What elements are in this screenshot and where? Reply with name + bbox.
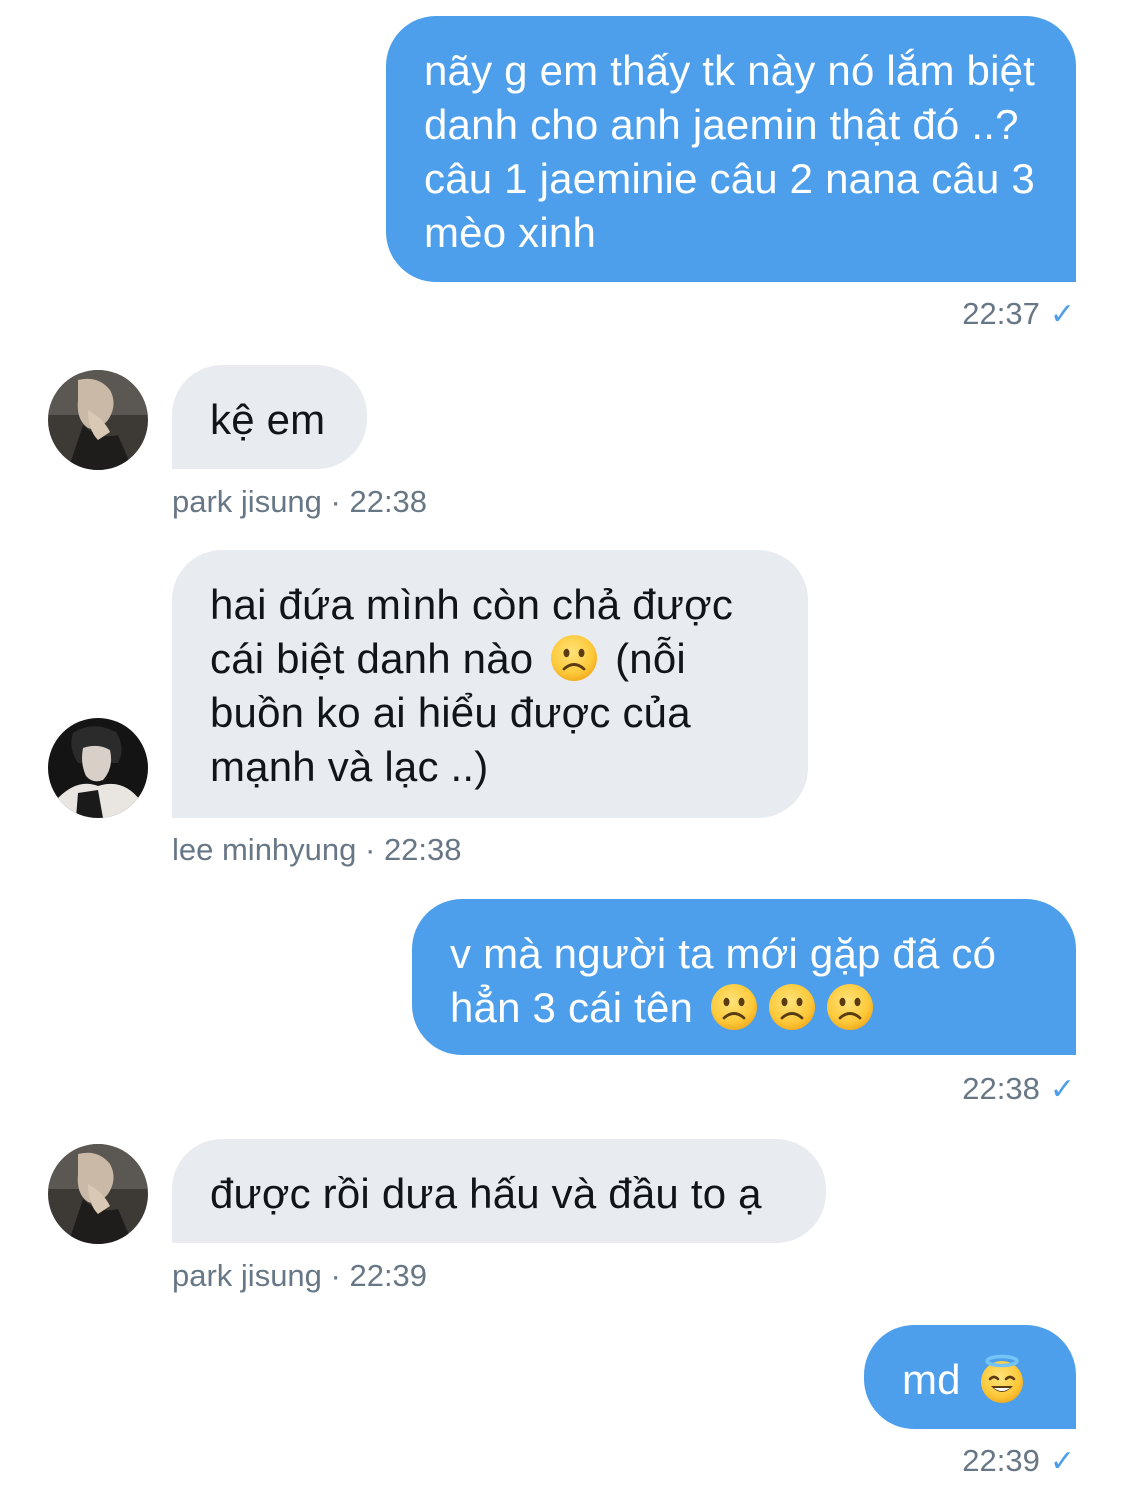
check-icon: ✓ [1049, 298, 1075, 331]
message-text: kệ em [210, 396, 326, 443]
message-text: được rồi dưa hấu và đầu to ạ [210, 1170, 762, 1217]
frowning-face-emoji [549, 633, 599, 683]
check-icon: ✓ [1049, 1445, 1075, 1478]
message-text: nãy g em thấy tk này nó lắm biệt danh ch… [424, 47, 1047, 256]
message-time: 22:37 [962, 296, 1040, 331]
message-bubble-outgoing[interactable]: v mà người ta mới gặp đã có hẳn 3 cái tê… [412, 899, 1076, 1055]
smiling-face-with-halo-emoji [977, 1354, 1027, 1404]
message-meta: 22:39 ✓ [962, 1443, 1075, 1479]
message-meta: park jisung · 22:39 [172, 1258, 428, 1293]
message-bubble-outgoing[interactable]: md [864, 1325, 1076, 1429]
frowning-face-emoji [825, 982, 875, 1032]
check-icon: ✓ [1049, 1073, 1075, 1106]
message-meta: 22:37 ✓ [962, 296, 1075, 332]
message-text: md [902, 1356, 973, 1403]
message-meta: park jisung · 22:38 [172, 484, 428, 519]
message-bubble-outgoing[interactable]: nãy g em thấy tk này nó lắm biệt danh ch… [386, 16, 1076, 282]
message-time: 22:38 [962, 1071, 1040, 1106]
avatar-park-jisung[interactable] [48, 370, 148, 470]
message-bubble-incoming[interactable]: kệ em [172, 365, 367, 469]
frowning-face-emoji [767, 982, 817, 1032]
message-meta: lee minhyung · 22:38 [172, 832, 462, 867]
frowning-face-emoji [709, 982, 759, 1032]
avatar-park-jisung[interactable] [48, 1144, 148, 1244]
message-bubble-incoming[interactable]: hai đứa mình còn chả được cái biệt danh … [172, 550, 808, 818]
avatar-lee-minhyung[interactable] [48, 718, 148, 818]
message-bubble-incoming[interactable]: được rồi dưa hấu và đầu to ạ [172, 1139, 826, 1243]
message-meta: 22:38 ✓ [962, 1071, 1075, 1107]
message-time: 22:39 [962, 1443, 1040, 1478]
